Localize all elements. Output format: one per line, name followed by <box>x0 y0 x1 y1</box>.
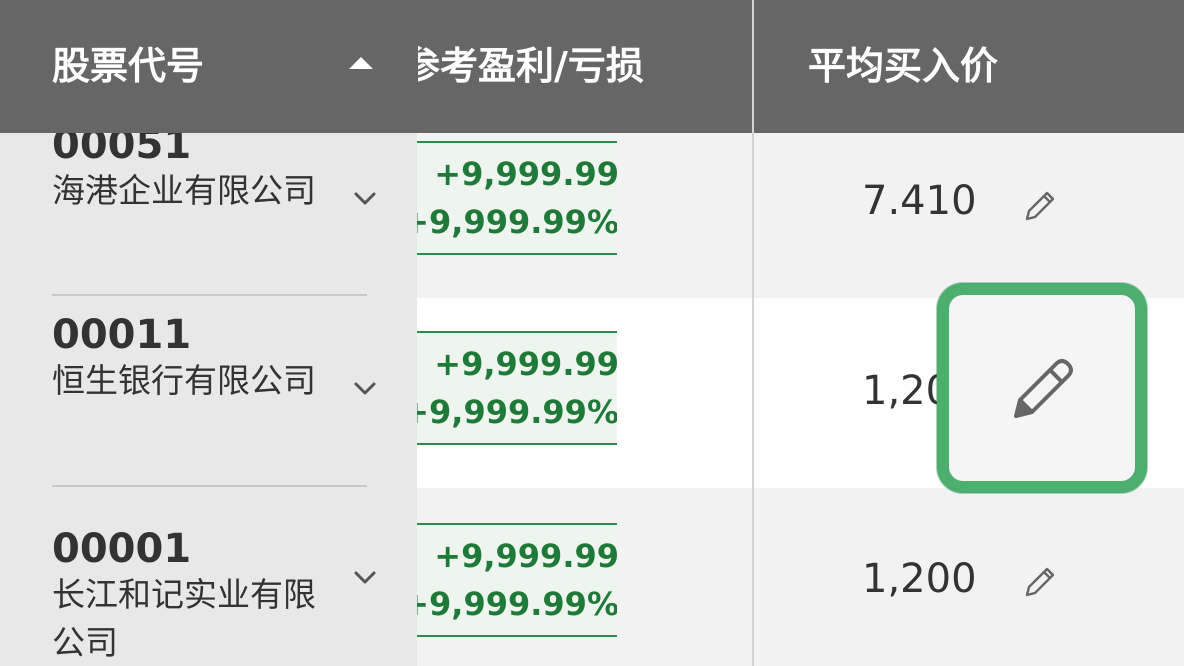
stock-code: 00051 <box>52 133 192 168</box>
stock-info[interactable]: 00051 海港企业有限公司 <box>52 133 322 215</box>
pl-badge: +9,999.99 +9,999.99% <box>417 523 617 637</box>
header-avg-price[interactable]: 平均买入价 <box>808 38 998 94</box>
pencil-icon[interactable] <box>1004 350 1080 426</box>
pencil-icon[interactable] <box>1020 562 1060 602</box>
pl-percent: +9,999.99% <box>417 585 617 623</box>
edit-price-button-highlight[interactable] <box>937 283 1147 493</box>
pl-percent: +9,999.99% <box>417 203 617 241</box>
stock-code: 00011 <box>52 312 192 358</box>
stock-code: 00001 <box>52 526 192 572</box>
header-profit-loss[interactable]: 参考盈利/亏损 <box>418 38 644 94</box>
chevron-down-icon[interactable] <box>352 565 378 591</box>
pl-amount: +9,999.99 <box>434 155 617 193</box>
pl-percent: +9,999.99% <box>417 393 617 431</box>
header-stock-code[interactable]: 股票代号 <box>52 38 204 94</box>
pl-amount: +9,999.99 <box>434 537 617 575</box>
row-separator <box>52 294 367 296</box>
chevron-down-icon[interactable] <box>352 186 378 212</box>
avg-price-value: 1,200 <box>862 556 977 602</box>
stock-name: 海港企业有限公司 <box>52 171 316 210</box>
pencil-icon[interactable] <box>1020 186 1060 226</box>
stock-name: 恒生银行有限公司 <box>52 361 316 400</box>
avg-price-value: 7.410 <box>862 178 977 224</box>
profit-loss-column: +9,999.99 +9,999.99% +9,999.99 +9,999.99… <box>417 133 617 666</box>
pl-badge: +9,999.99 +9,999.99% <box>417 331 617 445</box>
stock-info[interactable]: 00001 长江和记实业有限公司 <box>52 527 322 666</box>
chevron-down-icon[interactable] <box>352 376 378 402</box>
pl-badge: +9,999.99 +9,999.99% <box>417 141 617 255</box>
header-divider <box>752 0 754 133</box>
table-header: 股票代号 参考盈利/亏损 平均买入价 <box>0 0 1184 133</box>
sort-asc-icon[interactable] <box>349 57 373 69</box>
stock-info[interactable]: 00011 恒生银行有限公司 <box>52 313 322 405</box>
pl-amount: +9,999.99 <box>434 345 617 383</box>
stock-name: 长江和记实业有限公司 <box>52 575 316 662</box>
column-divider <box>752 133 754 666</box>
stock-column: 00051 海港企业有限公司 00011 恒生银行有限公司 00001 长江和记… <box>0 133 417 666</box>
row-separator <box>52 485 367 487</box>
header-pl-container: 参考盈利/亏损 <box>418 0 752 133</box>
